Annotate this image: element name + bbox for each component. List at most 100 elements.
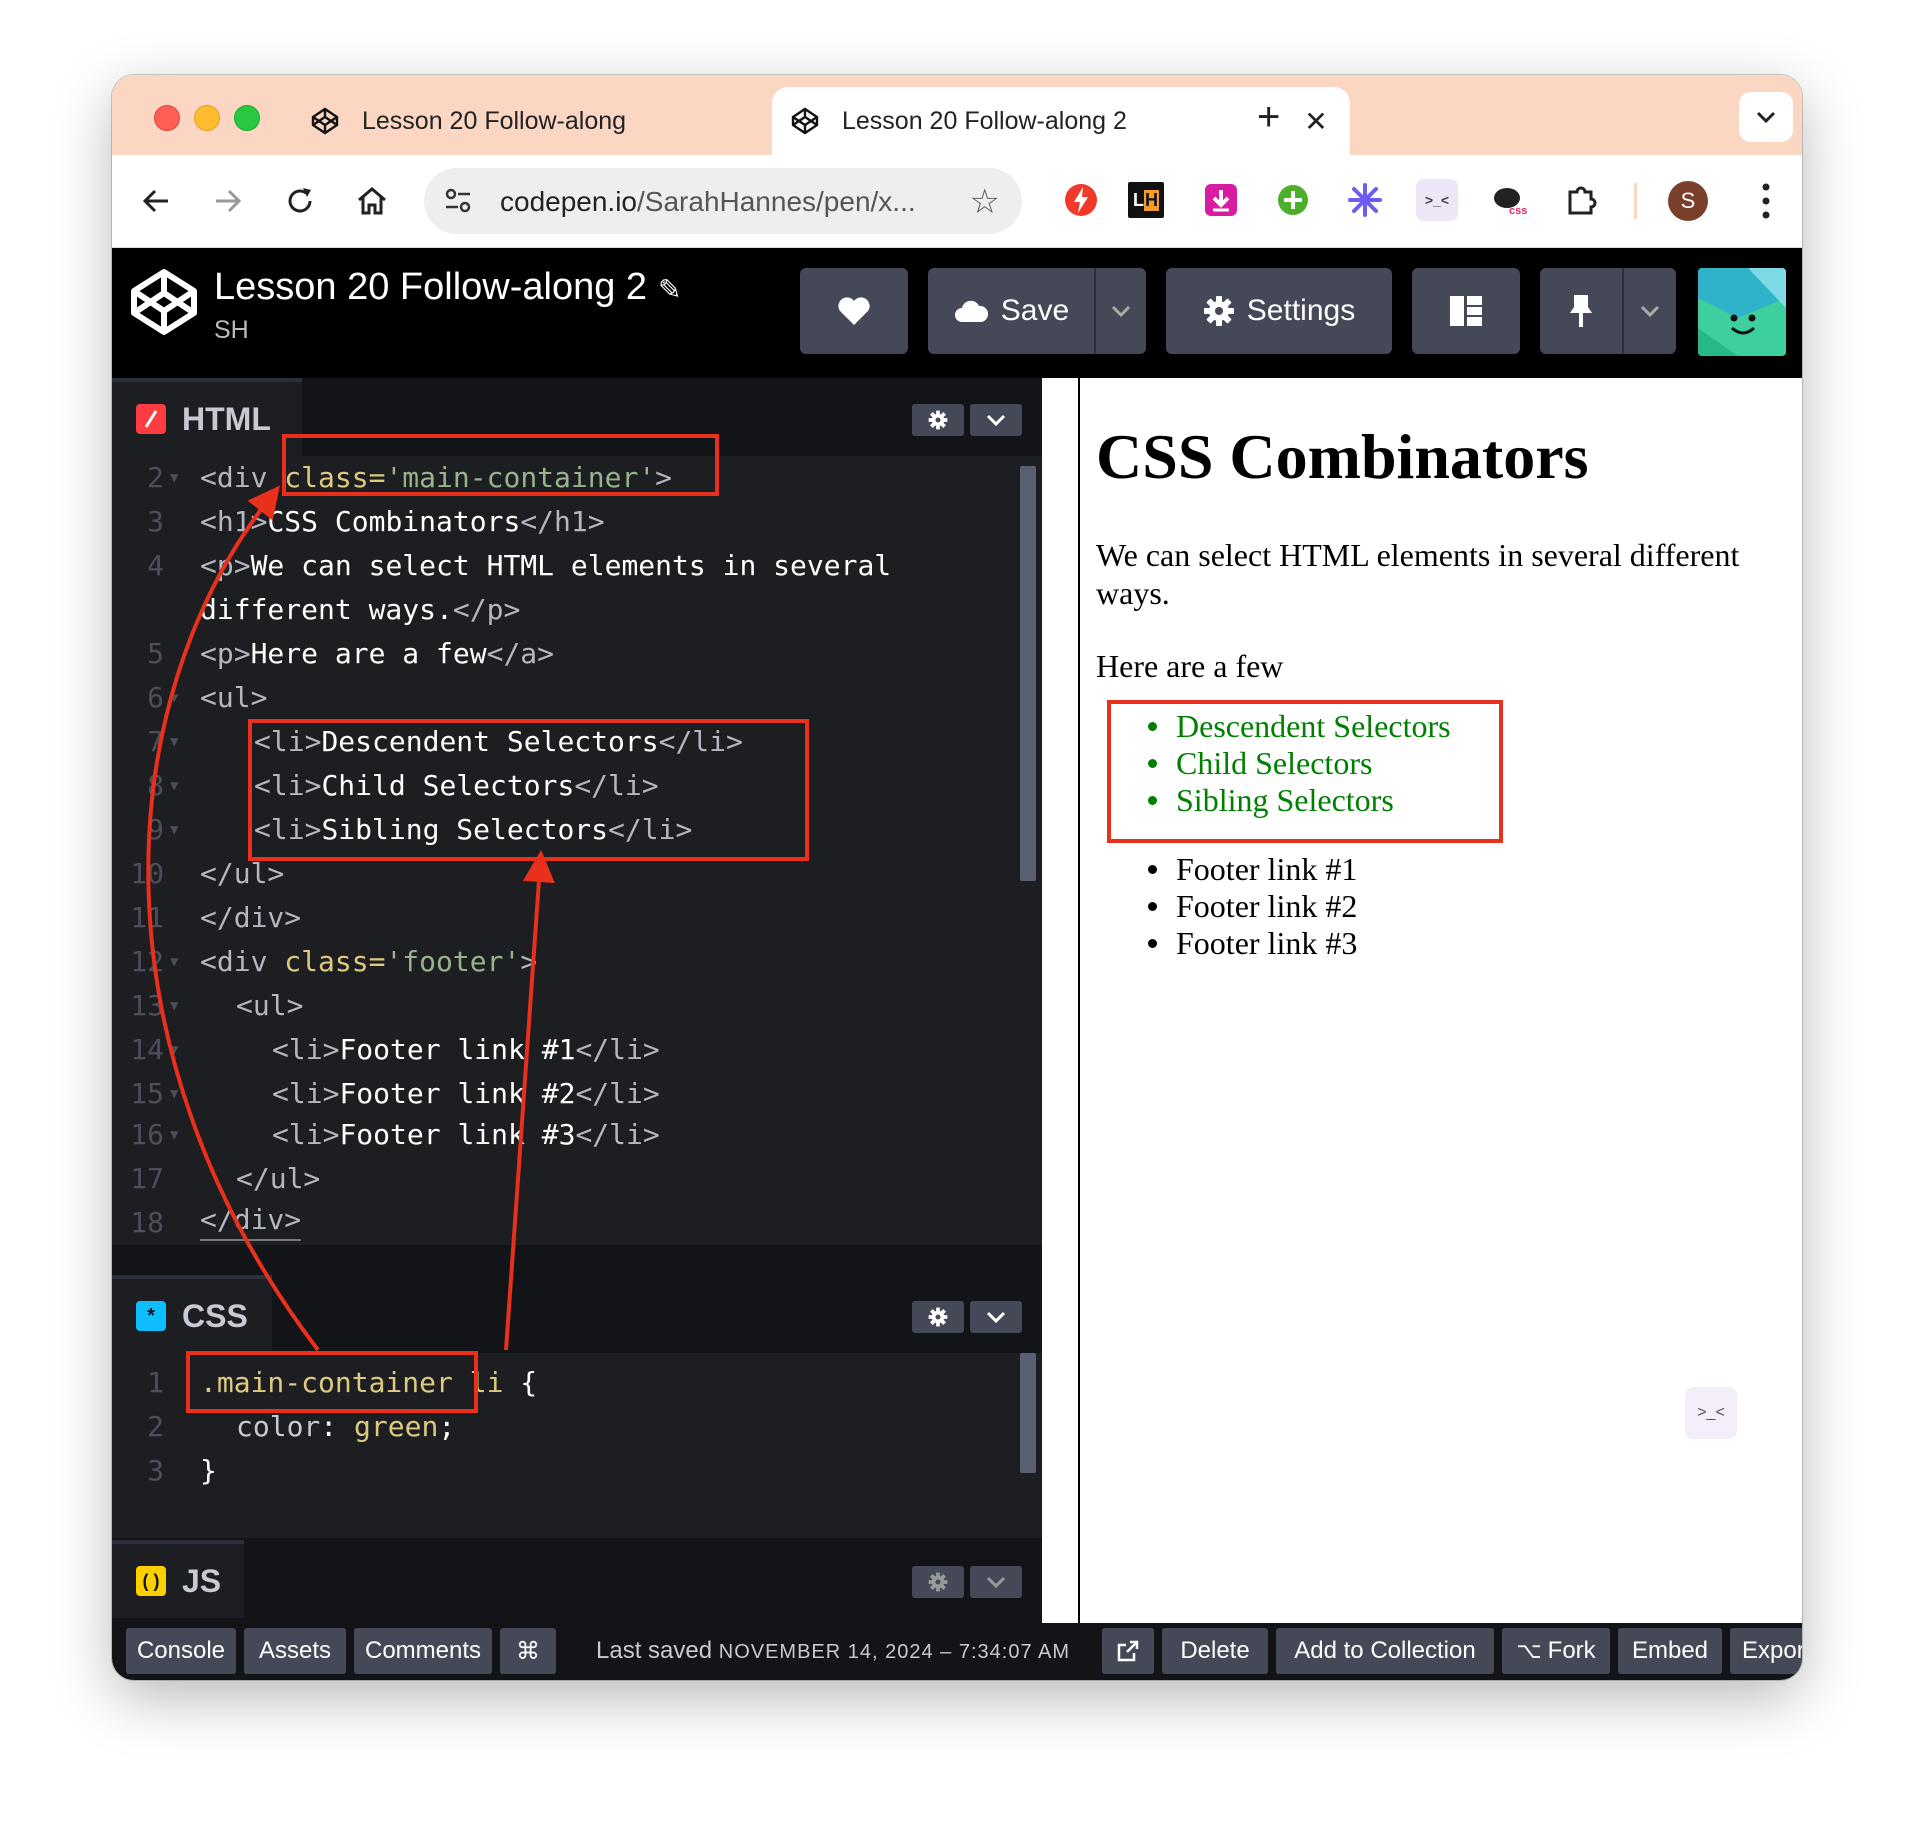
css-lang-icon: * — [136, 1301, 166, 1331]
comments-button[interactable]: Comments — [354, 1628, 492, 1674]
url-text[interactable]: codepen.io/SarahHannes/pen/x... — [500, 186, 916, 218]
pin-options-button[interactable] — [1624, 268, 1676, 354]
tab-title: Lesson 20 Follow-along 2 — [842, 106, 1127, 135]
gear-icon — [928, 1307, 948, 1327]
home-icon — [358, 187, 386, 215]
lh-extension-icon[interactable]: LH — [1128, 182, 1164, 218]
tab-lesson-20[interactable]: Lesson 20 Follow-along ✕ — [292, 87, 852, 155]
js-pane-label: JS — [182, 1562, 222, 1599]
annotation-box-li-items — [248, 719, 809, 861]
js-pane-tab[interactable]: ( ) JS — [112, 1540, 244, 1618]
arrow-right-icon — [216, 189, 242, 213]
edit-title-pencil-icon[interactable]: ✎ — [658, 273, 681, 306]
profile-avatar[interactable]: S — [1668, 181, 1708, 221]
site-settings-icon[interactable] — [442, 186, 474, 216]
reload-button[interactable] — [278, 179, 322, 223]
open-external-button[interactable] — [1102, 1628, 1154, 1674]
list-item-text: Footer link #1 — [1176, 851, 1358, 887]
more-menu-icon[interactable] — [1756, 179, 1776, 223]
html-collapse-button[interactable] — [970, 404, 1022, 436]
change-view-button[interactable] — [1412, 268, 1520, 354]
result-preview[interactable]: CSS Combinators We can select HTML eleme… — [1078, 378, 1802, 1623]
settings-button[interactable]: Settings — [1166, 268, 1392, 354]
pin-icon — [1570, 295, 1592, 327]
toolbar-divider — [1634, 183, 1637, 219]
chevron-down-icon — [986, 1576, 1006, 1588]
maximize-window-button[interactable] — [234, 105, 260, 131]
js-collapse-button[interactable] — [970, 1566, 1022, 1598]
pen-title[interactable]: Lesson 20 Follow-along 2 — [214, 266, 647, 309]
new-tab-button[interactable]: + — [1257, 95, 1280, 139]
js-lang-icon: ( ) — [136, 1566, 166, 1596]
home-button[interactable] — [350, 179, 394, 223]
codepen-logo-icon[interactable] — [128, 266, 200, 338]
export-button[interactable]: Expor — [1730, 1628, 1802, 1674]
css-settings-button[interactable] — [912, 1301, 964, 1333]
lightning-extension-icon[interactable] — [1060, 179, 1102, 221]
external-link-icon — [1117, 1640, 1139, 1662]
close-window-button[interactable] — [154, 105, 180, 131]
save-label: Save — [1000, 294, 1070, 327]
layout-icon — [1450, 296, 1482, 326]
chevron-down-icon — [1756, 111, 1776, 124]
js-settings-button[interactable] — [912, 1566, 964, 1598]
plus-extension-icon[interactable] — [1272, 179, 1314, 221]
html-pane-tab[interactable]: HTML — [112, 378, 302, 456]
smiley-avatar-icon — [1698, 268, 1786, 356]
html-editor-scrollbar[interactable] — [1020, 466, 1036, 881]
forward-button[interactable] — [206, 179, 250, 223]
preview-footer-item: Footer link #1 — [1148, 851, 1358, 888]
line-number: 9 — [147, 813, 164, 846]
gear-icon — [928, 410, 948, 430]
line-number: 16 — [130, 1118, 164, 1151]
save-options-button[interactable] — [1096, 268, 1146, 354]
css-pane-tab[interactable]: * CSS — [112, 1275, 272, 1353]
console-button[interactable]: Console — [126, 1628, 236, 1674]
html-code-editor-continued[interactable]: 16 ▼ <li>Footer link #3</li> 17 </ul> 18 </d… — [112, 1113, 1042, 1245]
preview-paragraph: We can select HTML elements in several d… — [1096, 537, 1740, 611]
assets-button[interactable]: Assets — [244, 1628, 346, 1674]
chevron-down-icon — [986, 1311, 1006, 1323]
add-to-collection-button[interactable]: Add to Collection — [1276, 1628, 1494, 1674]
keyboard-shortcuts-button[interactable]: ⌘ — [500, 1628, 556, 1674]
last-saved-time: NOVEMBER 14, 2024 – 7:34:07 AM — [718, 1641, 1071, 1663]
puzzle-extension-icon[interactable] — [1560, 179, 1602, 221]
fork-label: Fork — [1547, 1637, 1596, 1664]
codepen-header: Lesson 20 Follow-along 2 ✎ SH Save Setti… — [112, 248, 1802, 378]
html-lang-icon — [136, 404, 166, 434]
close-tab-icon[interactable]: ✕ — [1296, 105, 1336, 138]
tab-search-button[interactable] — [1739, 92, 1793, 142]
back-button[interactable] — [134, 179, 178, 223]
tab-strip: Lesson 20 Follow-along ✕ Lesson 20 Follo… — [112, 75, 1802, 155]
download-extension-icon[interactable] — [1200, 179, 1242, 221]
codepen-favicon-icon — [791, 107, 819, 135]
terminal-extension-icon[interactable]: >_< — [1416, 179, 1458, 221]
css-collapse-button[interactable] — [970, 1301, 1022, 1333]
bookmark-star-icon[interactable]: ☆ — [970, 182, 1000, 222]
user-avatar[interactable] — [1698, 268, 1786, 356]
line-number: 10 — [130, 857, 164, 890]
save-button[interactable]: Save — [928, 268, 1094, 354]
delete-button[interactable]: Delete — [1162, 1628, 1268, 1674]
css-editor-scrollbar[interactable] — [1020, 1353, 1036, 1473]
line-number: 6 — [147, 681, 164, 714]
pen-author[interactable]: SH — [214, 316, 249, 345]
pin-button[interactable] — [1540, 268, 1622, 354]
like-button[interactable] — [800, 268, 908, 354]
svg-text:css: css — [1509, 205, 1527, 217]
codepen-footer: Console Assets Comments ⌘ Last saved NOV… — [112, 1623, 1802, 1680]
embed-button[interactable]: Embed — [1618, 1628, 1722, 1674]
css-kiwi-extension-icon[interactable]: css — [1488, 179, 1530, 221]
line-number: 12 — [130, 945, 164, 978]
html-settings-button[interactable] — [912, 404, 964, 436]
address-bar[interactable]: codepen.io/SarahHannes/pen/x... ☆ — [424, 168, 1022, 234]
minimize-window-button[interactable] — [194, 105, 220, 131]
chevron-down-icon — [1111, 305, 1131, 318]
preview-heading: CSS Combinators — [1096, 421, 1589, 492]
line-number: 18 — [130, 1206, 164, 1239]
asterisk-extension-icon[interactable] — [1344, 179, 1386, 221]
fork-button[interactable]: ⌥ Fork — [1502, 1628, 1610, 1674]
terminal-floating-icon[interactable]: >_< — [1686, 1388, 1736, 1438]
list-item-text: Footer link #3 — [1176, 925, 1358, 961]
arrow-left-icon — [142, 189, 168, 213]
